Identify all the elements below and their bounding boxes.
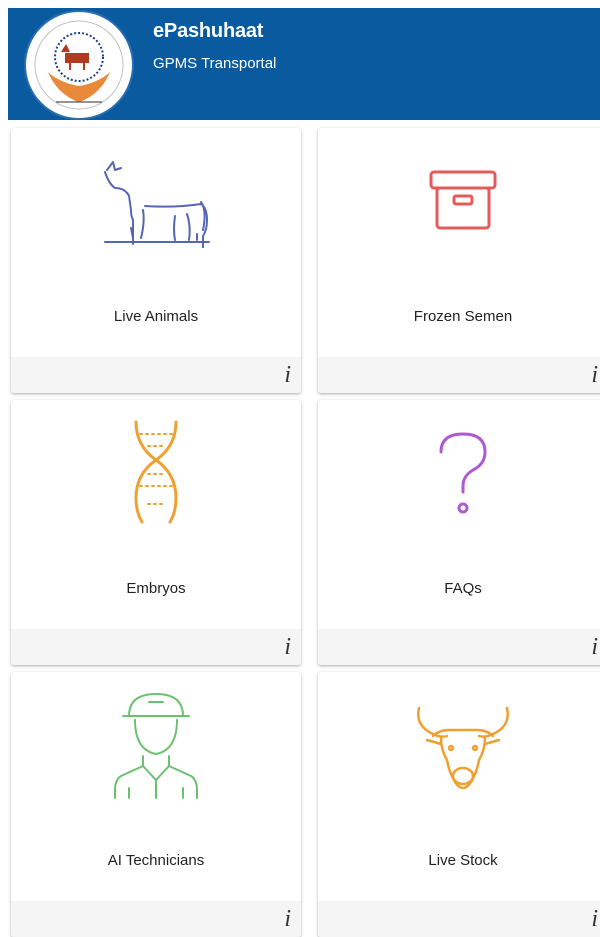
- info-icon[interactable]: i: [284, 362, 291, 389]
- tile-footer: i: [318, 629, 600, 665]
- tile-label: Frozen Semen: [413, 308, 513, 325]
- tile-footer: i: [11, 357, 301, 393]
- tile-live-stock[interactable]: Live Stock i: [318, 672, 600, 937]
- app-title: ePashuhaat: [153, 20, 264, 42]
- tile-footer: i: [318, 901, 600, 937]
- cow-icon: [11, 128, 301, 268]
- technician-icon: [11, 672, 301, 812]
- tile-label: Live Animals: [113, 308, 199, 325]
- tile-label: FAQs: [444, 580, 482, 597]
- logo-icon: [34, 20, 124, 110]
- app-subtitle: GPMS Transportal: [153, 55, 277, 72]
- info-icon[interactable]: i: [591, 634, 598, 661]
- tile-label: Live Stock: [428, 852, 498, 869]
- app-header: ePashuhaat GPMS Transportal: [8, 8, 600, 120]
- info-icon[interactable]: i: [284, 634, 291, 661]
- tile-faqs[interactable]: FAQs i: [318, 400, 600, 665]
- tile-live-animals[interactable]: Live Animals i: [11, 128, 301, 393]
- info-icon[interactable]: i: [591, 362, 598, 389]
- tile-ai-technicians[interactable]: AI Technicians i: [11, 672, 301, 937]
- tile-label: AI Technicians: [107, 852, 205, 869]
- tile-footer: i: [318, 357, 600, 393]
- dna-icon: [11, 400, 301, 540]
- tile-footer: i: [11, 629, 301, 665]
- tile-footer: i: [11, 901, 301, 937]
- bull-head-icon: [318, 672, 600, 812]
- app-logo[interactable]: [26, 12, 132, 118]
- tile-label: Embryos: [126, 580, 186, 597]
- box-icon: [318, 128, 600, 268]
- tile-frozen-semen[interactable]: Frozen Semen i: [318, 128, 600, 393]
- question-mark-icon: [318, 400, 600, 540]
- info-icon[interactable]: i: [591, 906, 598, 933]
- tile-embryos[interactable]: Embryos i: [11, 400, 301, 665]
- info-icon[interactable]: i: [284, 906, 291, 933]
